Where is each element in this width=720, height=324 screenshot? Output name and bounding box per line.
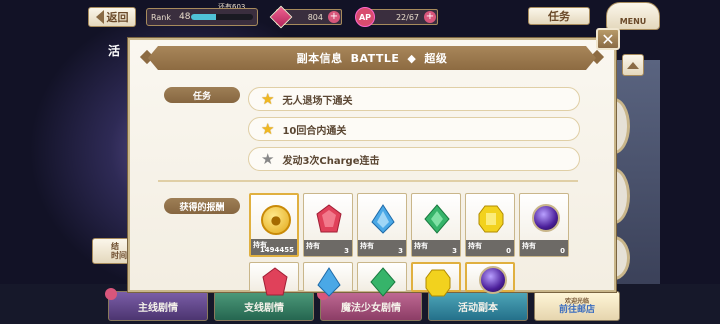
menu-button[interactable]: MENU xyxy=(606,2,660,30)
ap-value: 22/67 xyxy=(395,12,419,22)
blue-gem-icon xyxy=(317,267,341,297)
rank-progress-bar xyxy=(191,14,253,20)
red-gem-icon xyxy=(316,204,342,233)
title-separator: ◆ xyxy=(407,51,417,65)
hold-count: 持有 0 xyxy=(466,240,514,256)
rank-display: Rank 48 xyxy=(146,8,258,26)
chevron-up-icon xyxy=(627,61,639,69)
rank-label: Rank xyxy=(151,12,171,22)
hold-count: 持有 3 xyxy=(304,240,352,256)
scroll-up-button[interactable] xyxy=(622,54,644,76)
mission-item: ★ 发动3次Charge连击 xyxy=(248,147,580,171)
green-gem-icon xyxy=(424,204,450,234)
yellow-gem-icon xyxy=(425,269,451,297)
reward-item[interactable]: 持有 0 xyxy=(465,193,515,257)
ap-icon: AP xyxy=(355,7,375,27)
hold-label: 持有 xyxy=(306,242,320,250)
hold-label: 持有 xyxy=(414,242,428,250)
coin-icon: ● xyxy=(261,205,291,235)
mission-text: 无人退场下通关 xyxy=(282,95,353,107)
back-arrow-icon xyxy=(95,10,104,24)
hold-count: 持有 3 xyxy=(412,240,460,256)
reward-item[interactable] xyxy=(357,262,407,297)
back-button[interactable]: 返回 xyxy=(88,7,136,27)
title-en: BATTLE xyxy=(350,51,400,65)
ap-display: AP 22/67 + xyxy=(355,7,438,27)
tab-shop[interactable]: 欢迎光临 前往邮店 xyxy=(534,291,620,321)
hold-count: 持有 0 xyxy=(520,240,568,256)
hold-label: 持有 xyxy=(360,242,374,250)
tab-label: 活动副本 xyxy=(458,302,498,314)
title-difficulty: 超级 xyxy=(424,52,448,65)
purple-orb-icon xyxy=(532,204,560,232)
reward-item[interactable] xyxy=(465,262,515,294)
tab-label: 支线剧情 xyxy=(244,302,284,314)
reward-item[interactable]: 持有 3 xyxy=(411,193,461,257)
hold-label: 持有 xyxy=(522,242,536,250)
reward-item[interactable] xyxy=(249,262,299,296)
gems-display: 804 + xyxy=(269,5,342,29)
star-empty-icon: ★ xyxy=(261,149,275,168)
task-button[interactable]: 任务 xyxy=(528,7,590,25)
reward-item[interactable]: 持有 3 xyxy=(303,193,353,257)
tab-dot-icon xyxy=(105,288,117,300)
shop-label-line2: 前往邮店 xyxy=(558,305,595,315)
rank-progress-fill xyxy=(191,14,216,20)
tab-label: 主线剧情 xyxy=(138,302,178,314)
star-icon: ★ xyxy=(261,119,275,138)
reward-item[interactable] xyxy=(411,262,461,297)
star-icon: ★ xyxy=(261,89,275,108)
title-cn: 副本信息 xyxy=(296,52,343,65)
red-gem-icon xyxy=(262,267,288,296)
hold-count: 持有 3 xyxy=(358,240,406,256)
hold-value: 1494455 xyxy=(259,246,294,254)
hold-label: 持有 xyxy=(468,242,482,250)
mission-section-label: 任务 xyxy=(164,87,240,103)
purple-orb-icon xyxy=(479,266,507,294)
hold-value: 0 xyxy=(506,247,511,255)
mission-item: ★ 无人退场下通关 xyxy=(248,87,580,111)
yellow-gem-icon xyxy=(478,205,504,233)
rank-value: 48 xyxy=(179,12,191,22)
hold-value: 0 xyxy=(560,247,565,255)
reward-item[interactable]: 持有 3 xyxy=(357,193,407,257)
reward-item[interactable]: 持有 0 xyxy=(519,193,569,257)
rewards-section-label: 获得的报酬 xyxy=(164,198,240,214)
add-gems-button[interactable]: + xyxy=(328,11,340,23)
gems-value: 804 xyxy=(307,12,323,22)
mission-text: 发动3次Charge连击 xyxy=(282,155,380,167)
blue-gem-icon xyxy=(371,204,395,234)
add-ap-button[interactable]: + xyxy=(424,11,436,23)
reward-item[interactable]: ● 持有 1494455 xyxy=(249,193,299,257)
mission-item: ★ 10回合内通关 xyxy=(248,117,580,141)
tab-label: 魔法少女剧情 xyxy=(341,302,401,314)
gem-icon xyxy=(269,5,293,29)
hold-value: 3 xyxy=(452,247,457,255)
hold-value: 3 xyxy=(344,247,349,255)
back-label: 返回 xyxy=(106,11,129,24)
hold-count: 持有 1494455 xyxy=(251,239,297,255)
section-divider xyxy=(158,180,578,182)
modal-title-banner: 副本信息 BATTLE ◆ 超级 xyxy=(148,46,596,70)
reward-item[interactable] xyxy=(303,262,353,297)
green-gem-icon xyxy=(370,267,396,297)
tab-main-story[interactable]: 主线剧情 xyxy=(105,288,208,321)
hold-value: 3 xyxy=(398,247,403,255)
mission-text: 10回合内通关 xyxy=(282,125,347,137)
close-button[interactable]: ✕ xyxy=(596,28,620,50)
